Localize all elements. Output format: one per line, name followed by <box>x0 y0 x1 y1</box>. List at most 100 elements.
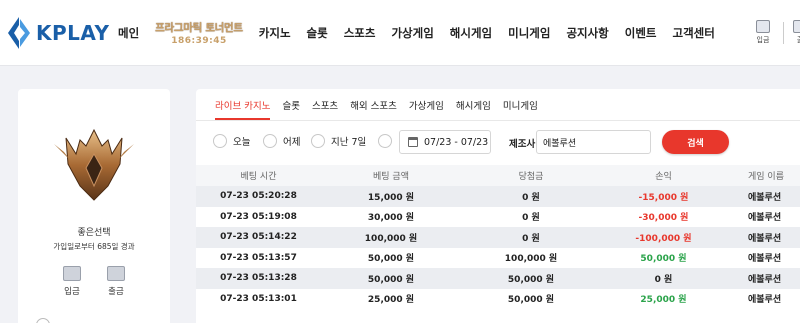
nav-main[interactable]: 메인 <box>118 25 139 41</box>
withdraw-label: 출금 <box>108 287 124 297</box>
cell-bet-time: 07-23 05:13:28 <box>220 273 297 284</box>
cell-bet-amount: 100,000 원 <box>364 233 418 244</box>
cell-bet-amount: 50,000 원 <box>367 254 415 265</box>
radio-yesterday-label: 어제 <box>283 137 301 148</box>
radio-today[interactable]: 오늘 <box>213 134 250 148</box>
header-pnl: 손익 <box>655 172 672 182</box>
radio-last7[interactable]: 지난 7일 <box>311 134 366 148</box>
table-body: 07-23 05:20:28 15,000 원0 원 -15,000 원 에볼루션 07… <box>196 186 800 309</box>
cell-game-name: 에볼루션 <box>748 192 782 203</box>
date-range-value: 07/23 - 07/23 <box>424 136 489 148</box>
nav-event[interactable]: 이벤트 <box>625 25 657 41</box>
top-header: KPLAY 메인 프라그마틱 토너먼트 186:39:45 카지노 슬롯 스포츠… <box>0 0 800 66</box>
nav-hash[interactable]: 해시게임 <box>450 25 492 41</box>
cell-win-amount: 50,000 원 <box>507 274 555 285</box>
cell-pnl: 0 원 <box>654 274 673 285</box>
game-tabs: 라이브 카지노 슬롯 스포츠 해외 스포츠 가상게임 해시게임 미니게임 <box>196 89 800 121</box>
tab-live-casino[interactable]: 라이브 카지노 <box>215 98 271 120</box>
cell-bet-time: 07-23 05:20:28 <box>220 191 297 202</box>
cell-win-amount: 0 원 <box>522 192 540 203</box>
deposit-button[interactable]: 입금 <box>60 266 84 297</box>
cell-bet-time: 07-23 05:19:08 <box>220 211 297 222</box>
date-range-picker[interactable]: 07/23 - 07/23 <box>399 130 491 154</box>
betting-history-panel: 라이브 카지노 슬롯 스포츠 해외 스포츠 가상게임 해시게임 미니게임 오늘 … <box>196 89 800 323</box>
cell-game-name: 에볼루션 <box>748 254 782 265</box>
nav-casino[interactable]: 카지노 <box>259 25 291 41</box>
cell-bet-amount: 50,000 원 <box>367 274 415 285</box>
cell-game-name: 에볼루션 <box>748 233 782 244</box>
cell-bet-amount: 25,000 원 <box>367 295 415 306</box>
radio-today-label: 오늘 <box>233 137 251 148</box>
wallet-icon <box>63 266 81 281</box>
wallet-icon <box>793 20 800 33</box>
wallet-icon <box>756 20 770 33</box>
radio-custom[interactable] <box>378 134 392 148</box>
filter-bar: 오늘 어제 지난 7일 07/23 - 07/23 제조사: 에볼루션 검색 <box>196 129 800 155</box>
promo-countdown: 186:39:45 <box>171 36 227 46</box>
cell-win-amount: 0 원 <box>522 233 540 244</box>
radio-circle <box>263 134 277 148</box>
username: 좋은선택 <box>77 228 111 238</box>
cell-bet-amount: 15,000 원 <box>367 192 415 203</box>
header-bet-time: 베팅 시간 <box>240 172 277 182</box>
cell-game-name: 에볼루션 <box>748 274 782 285</box>
table-row: 07-23 05:20:28 15,000 원 0 원 -15,000 원 에볼루션 <box>196 186 800 207</box>
calendar-icon <box>408 137 418 147</box>
radio-last7-label: 지난 7일 <box>331 137 367 148</box>
deposit-label: 입금 <box>64 287 80 297</box>
rank-emblem-icon <box>54 128 134 201</box>
header-withdraw-button[interactable]: 출 <box>788 20 800 45</box>
nav-promo-tournament[interactable]: 프라그마틱 토너먼트 186:39:45 <box>155 20 243 46</box>
cell-win-amount: 50,000 원 <box>507 295 555 306</box>
nav-notice[interactable]: 공지사항 <box>566 25 608 41</box>
nav-support[interactable]: 고객센터 <box>673 25 715 41</box>
cell-pnl: -15,000 원 <box>638 192 689 203</box>
maker-label: 제조사: <box>509 139 540 150</box>
profile-panel: 좋은선택 가입일로부터 685일 경과 입금 출금 <box>18 89 170 323</box>
join-info: 가입일로부터 685일 경과 <box>53 242 135 251</box>
maker-select[interactable]: 에볼루션 <box>536 130 651 154</box>
header-game-name: 게임 이름 <box>748 172 784 182</box>
cell-pnl: 50,000 원 <box>640 254 687 265</box>
cell-bet-time: 07-23 05:13:57 <box>220 252 297 263</box>
tab-virtual[interactable]: 가상게임 <box>409 98 444 120</box>
cell-game-name: 에볼루션 <box>748 295 782 306</box>
table-header: 베팅 시간 베팅 금액 당첨금 손익 게임 이름 <box>196 165 800 186</box>
cell-pnl: 25,000 원 <box>640 295 687 306</box>
cell-game-name: 에볼루션 <box>748 213 782 224</box>
nav-sports[interactable]: 스포츠 <box>344 25 376 41</box>
logo-mark-icon <box>8 17 30 49</box>
site-logo[interactable]: KPLAY <box>6 14 109 52</box>
nav-mini[interactable]: 미니게임 <box>508 25 550 41</box>
nav-virtual[interactable]: 가상게임 <box>391 25 433 41</box>
table-row: 07-23 05:13:28 50,000 원 50,000 원 0 원 에볼루션 <box>196 268 800 289</box>
header-deposit-label: 입금 <box>756 36 770 44</box>
header-deposit-button[interactable]: 입금 <box>751 20 775 45</box>
radio-yesterday[interactable]: 어제 <box>263 134 300 148</box>
logo-text: KPLAY <box>36 21 110 45</box>
tab-sports[interactable]: 스포츠 <box>312 98 338 120</box>
tab-overseas-sports[interactable]: 해외 스포츠 <box>350 98 397 120</box>
promo-title: 프라그마틱 토너먼트 <box>155 22 243 34</box>
search-button[interactable]: 검색 <box>662 130 729 154</box>
cell-pnl: -100,000 원 <box>635 233 692 244</box>
header-win-amount: 당첨금 <box>518 172 544 182</box>
tab-hash[interactable]: 해시게임 <box>456 98 491 120</box>
radio-circle <box>213 134 227 148</box>
tab-mini[interactable]: 미니게임 <box>503 98 538 120</box>
cell-win-amount: 100,000 원 <box>504 254 558 265</box>
cell-bet-amount: 30,000 원 <box>367 213 415 224</box>
cell-bet-time: 07-23 05:13:01 <box>220 293 297 304</box>
nav-slot[interactable]: 슬롯 <box>307 25 328 41</box>
header-divider <box>783 22 784 44</box>
withdraw-button[interactable]: 출금 <box>104 266 128 297</box>
cell-pnl: -30,000 원 <box>638 213 689 224</box>
header-bet-amount: 베팅 금액 <box>373 172 409 182</box>
cell-bet-time: 07-23 05:14:22 <box>220 232 297 243</box>
table-row: 07-23 05:14:22 100,000 원 0 원 -100,000 원 에볼루션 <box>196 227 800 248</box>
main-nav: 메인 프라그마틱 토너먼트 186:39:45 카지노 슬롯 스포츠 가상게임 … <box>118 0 731 66</box>
radio-circle <box>311 134 325 148</box>
tab-slot[interactable]: 슬롯 <box>282 98 299 120</box>
table-row: 07-23 05:13:01 25,000 원 50,000 원 25,000 원 에볼… <box>196 288 800 309</box>
table-row: 07-23 05:19:08 30,000 원 0 원 -30,000 원 에볼루션 <box>196 206 800 227</box>
